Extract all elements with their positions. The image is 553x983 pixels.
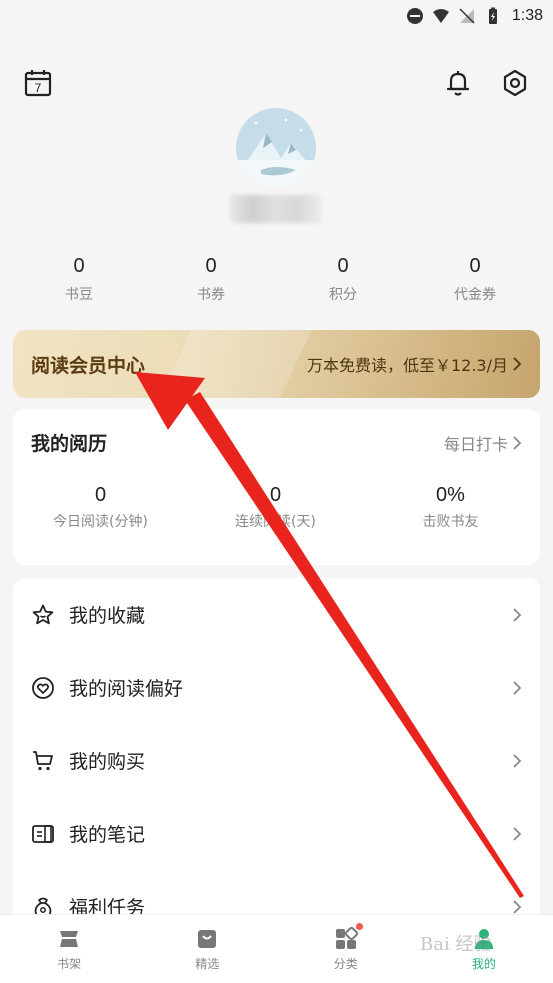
menu-label: 我的购买 [69, 751, 146, 773]
category-grid-icon [334, 926, 358, 951]
stat-label: 书券 [197, 287, 225, 303]
heart-icon [31, 676, 55, 700]
settings-icon[interactable] [500, 68, 530, 98]
chevron-right-icon [513, 435, 522, 450]
battery-icon [484, 7, 502, 25]
stat-label: 代金券 [454, 287, 496, 303]
tab-label: 精选 [195, 957, 220, 971]
reading-stat-value: 0 [269, 484, 282, 506]
tab-label: 书架 [57, 957, 82, 971]
stat-value: 0 [337, 255, 349, 277]
tab-featured[interactable]: 精选 [138, 915, 276, 983]
stat-label: 书豆 [65, 287, 93, 303]
stat-value: 0 [73, 255, 85, 277]
no-signal-icon [458, 7, 476, 25]
menu-label: 我的收藏 [69, 605, 146, 627]
tab-category[interactable]: 分类 [277, 915, 415, 983]
menu-label: 我的阅读偏好 [69, 678, 184, 700]
star-icon [31, 603, 55, 627]
menu-item-preferences[interactable]: 我的阅读偏好 [13, 651, 540, 724]
vip-promo-text: 万本免费读，低至￥12.3/月 [306, 356, 508, 375]
reading-stat-label: 今日阅读(分钟) [53, 514, 148, 530]
cart-icon [31, 749, 55, 773]
stat-label: 积分 [329, 287, 357, 303]
calendar-checkin-icon[interactable]: 7 [23, 68, 53, 98]
menu-item-favorites[interactable]: 我的收藏 [13, 578, 540, 651]
vip-center-banner[interactable]: 阅读会员中心 万本免费读，低至￥12.3/月 [13, 330, 540, 398]
stat-value: 0 [469, 255, 481, 277]
username-blurred [230, 195, 322, 223]
stat-value: 0 [205, 255, 217, 277]
reading-stat-value: 0% [436, 484, 465, 506]
wifi-icon [432, 7, 450, 25]
menu-item-notes[interactable]: 我的笔记 [13, 797, 540, 870]
daily-checkin-label: 每日打卡 [443, 434, 508, 454]
account-stats: 0 书豆 0 书券 0 积分 0 代金券 [0, 252, 553, 304]
chevron-right-icon [513, 680, 522, 695]
reading-stat-value: 0 [94, 484, 107, 506]
vip-title: 阅读会员中心 [31, 354, 146, 377]
chevron-right-icon [513, 607, 522, 622]
bookshelf-icon [57, 927, 81, 951]
watermark: Bai 经验 [420, 934, 492, 955]
chevron-right-icon [513, 753, 522, 768]
menu-label: 我的笔记 [69, 824, 146, 846]
note-icon [31, 822, 55, 846]
menu-item-purchases[interactable]: 我的购买 [13, 724, 540, 797]
category-badge-dot [356, 923, 363, 930]
chevron-right-icon [513, 826, 522, 841]
reading-stat-today: 0 今日阅读(分钟) [13, 484, 188, 531]
reading-stat-beat: 0% 击败书友 [363, 484, 538, 531]
vip-promo: 万本免费读，低至￥12.3/月 [307, 352, 522, 376]
reading-stat-streak: 0 连续阅读(天) [188, 484, 363, 531]
status-time: 1:38 [511, 7, 543, 24]
do-not-disturb-icon [406, 7, 424, 25]
tab-label: 分类 [333, 957, 358, 971]
reading-stat-label: 击败书友 [422, 514, 479, 530]
stat-shudou[interactable]: 0 书豆 [13, 252, 145, 304]
calendar-day-text: 7 [35, 81, 42, 95]
reading-stat-label: 连续阅读(天) [235, 514, 316, 530]
reading-title: 我的阅历 [31, 433, 108, 455]
chevron-right-icon [513, 899, 522, 914]
tab-label: 我的 [471, 957, 496, 971]
stat-jifen[interactable]: 0 积分 [277, 252, 409, 304]
tab-bookshelf[interactable]: 书架 [0, 915, 138, 983]
shopping-bag-icon [195, 927, 219, 951]
status-bar: 1:38 [0, 0, 553, 32]
stat-voucher[interactable]: 0 代金券 [409, 252, 541, 304]
avatar[interactable] [236, 108, 316, 188]
reading-history-card: 我的阅历 每日打卡 0 今日阅读(分钟) 0 连续阅读(天) 0% 击败书友 [13, 409, 540, 565]
chevron-right-icon [513, 357, 522, 371]
stat-shuquan[interactable]: 0 书券 [145, 252, 277, 304]
daily-checkin-link[interactable]: 每日打卡 [444, 431, 522, 455]
bell-icon[interactable] [443, 68, 473, 98]
